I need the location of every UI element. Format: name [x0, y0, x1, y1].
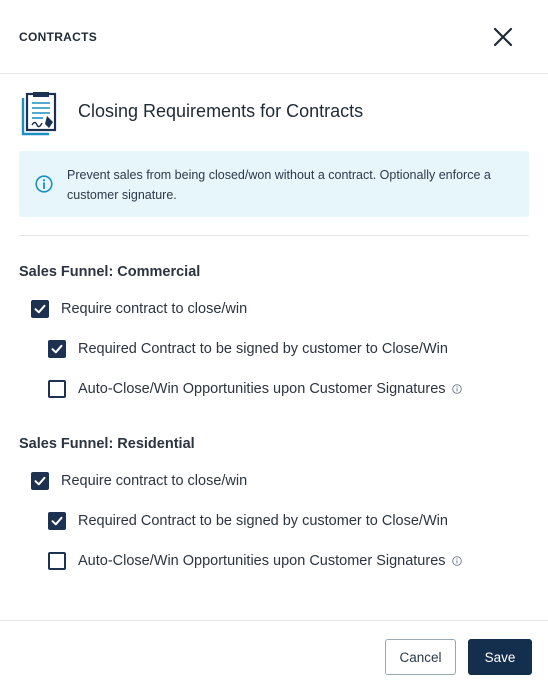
checkbox-commercial-auto-close[interactable]: [48, 380, 66, 398]
page-title: Closing Requirements for Contracts: [78, 101, 364, 121]
option-label: Require contract to close/win: [61, 473, 248, 489]
option-commercial-signed-by-customer: Required Contract to be signed by custom…: [48, 339, 448, 359]
info-banner: Prevent sales from being closed/won with…: [19, 151, 529, 217]
checkbox-residential-signed-by-customer[interactable]: [48, 512, 66, 530]
close-icon: [493, 27, 513, 47]
option-commercial-require-contract: Require contract to close/win: [31, 299, 247, 319]
option-label: Auto-Close/Win Opportunities upon Custom…: [78, 381, 446, 397]
info-icon[interactable]: [451, 384, 462, 394]
option-commercial-auto-close: Auto-Close/Win Opportunities upon Custom…: [48, 379, 462, 399]
close-button[interactable]: [491, 25, 515, 49]
info-text: Prevent sales from being closed/won with…: [67, 168, 491, 202]
checkbox-commercial-signed-by-customer[interactable]: [48, 340, 66, 358]
checkbox-commercial-require-contract[interactable]: [31, 300, 49, 318]
section-title-commercial: Sales Funnel: Commercial: [19, 264, 201, 280]
divider: [19, 235, 529, 236]
save-button[interactable]: Save: [468, 639, 532, 675]
checkbox-residential-auto-close[interactable]: [48, 552, 66, 570]
modal-header: CONTRACTS: [0, 0, 548, 74]
option-label: Required Contract to be signed by custom…: [78, 341, 448, 357]
title-row: Closing Requirements for Contracts: [19, 92, 529, 136]
option-residential-auto-close: Auto-Close/Win Opportunities upon Custom…: [48, 551, 462, 571]
option-label: Auto-Close/Win Opportunities upon Custom…: [78, 553, 446, 569]
cancel-button[interactable]: Cancel: [385, 639, 456, 675]
option-residential-signed-by-customer: Required Contract to be signed by custom…: [48, 511, 448, 531]
option-residential-require-contract: Require contract to close/win: [31, 471, 247, 491]
contract-document-icon: [21, 92, 57, 136]
info-icon[interactable]: [451, 556, 462, 566]
checkbox-residential-require-contract[interactable]: [31, 472, 49, 490]
section-title-residential: Sales Funnel: Residential: [19, 436, 195, 452]
modal-footer: Cancel Save: [0, 620, 548, 689]
info-icon: [35, 175, 53, 193]
modal-header-title: CONTRACTS: [19, 30, 98, 44]
option-label: Require contract to close/win: [61, 301, 248, 317]
option-label: Required Contract to be signed by custom…: [78, 513, 448, 529]
